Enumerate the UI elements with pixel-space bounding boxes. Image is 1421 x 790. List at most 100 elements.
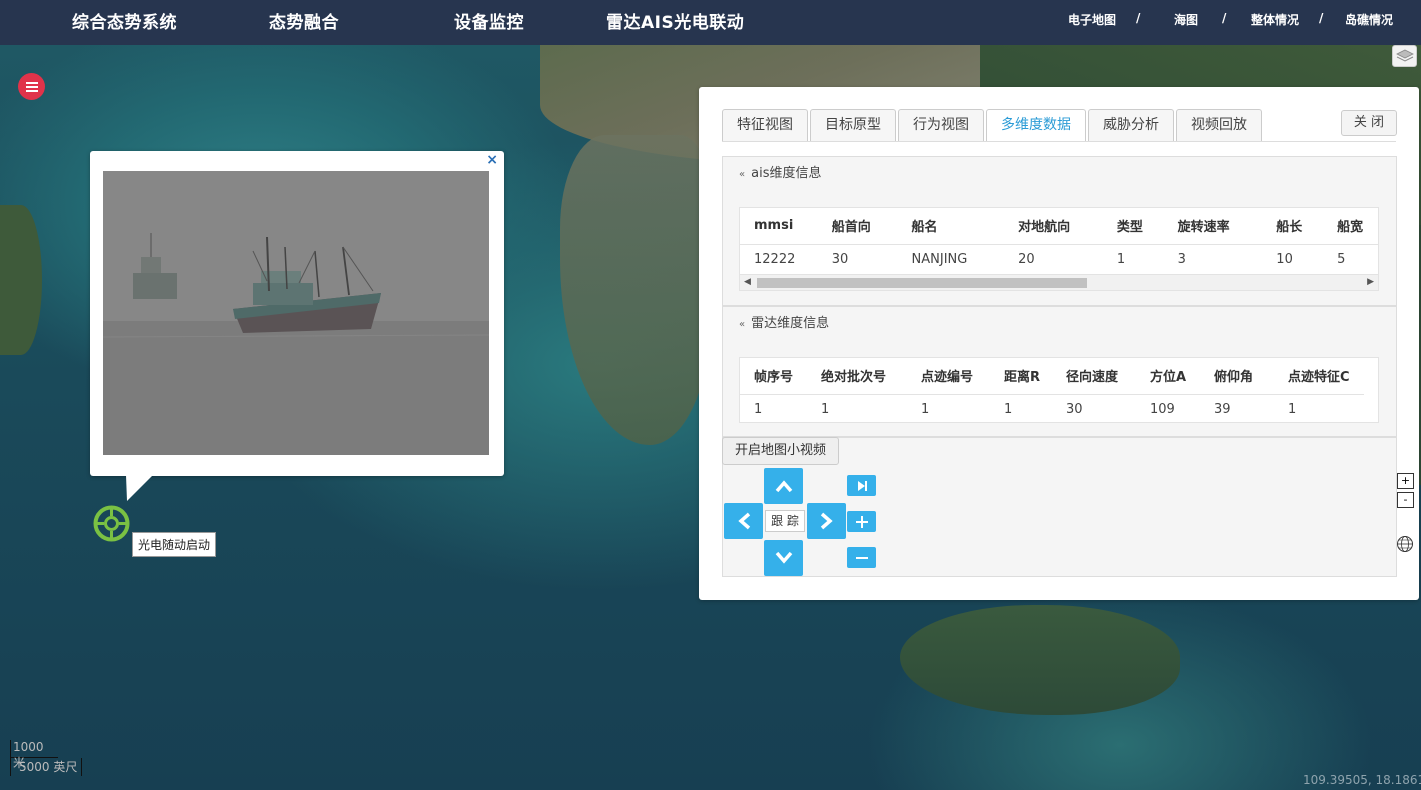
hamburger-line: [25, 89, 38, 92]
popup-pointer: [126, 475, 153, 501]
globe-icon: [1397, 536, 1413, 552]
table-cell: 39: [1214, 401, 1231, 417]
map-land: [900, 605, 1180, 715]
nav-item-radar-ais-linkage[interactable]: 雷达AIS光电联动: [606, 8, 744, 33]
camera-video-feed: [103, 171, 489, 455]
column-header: 方位A: [1136, 358, 1200, 395]
collapse-chevron-icon: «: [739, 169, 746, 180]
column-header: 俯仰角: [1200, 358, 1274, 395]
tab-behavior-view[interactable]: 行为视图: [898, 109, 984, 141]
hamburger-line: [25, 85, 38, 88]
map-zoom-in-button[interactable]: +: [1397, 473, 1414, 489]
column-header: 绝对批次号: [807, 358, 907, 395]
menu-toggle-button[interactable]: [18, 73, 45, 100]
globe-button[interactable]: [1396, 535, 1414, 553]
column-header: 船宽: [1323, 208, 1378, 245]
tab-feature-view[interactable]: 特征视图: [722, 109, 808, 141]
column-header: 帧序号: [740, 358, 807, 395]
layers-icon: [1395, 49, 1414, 62]
nav-item-situation-fusion[interactable]: 态势融合: [269, 8, 339, 33]
pan-down-button[interactable]: [764, 540, 803, 576]
minus-icon: [855, 556, 868, 559]
crosshair-icon: [93, 505, 130, 542]
pan-right-button[interactable]: [807, 503, 846, 539]
scale-bar-imperial: 5000 英尺: [10, 758, 82, 776]
chevron-up-icon: [775, 480, 792, 493]
column-header: 点迹特征C: [1274, 358, 1364, 395]
radar-section-header[interactable]: « 雷达维度信息: [723, 307, 1396, 341]
chevron-down-icon: [775, 551, 792, 564]
column-header: 船长: [1262, 208, 1324, 245]
column-header: 距离R: [990, 358, 1052, 395]
video-frame-image: [103, 171, 489, 455]
table-cell: 1: [821, 401, 830, 417]
column-header: 径向速度: [1052, 358, 1136, 395]
table-cell: 3: [1177, 251, 1186, 267]
nav-separator: /: [1136, 11, 1141, 25]
play-next-button[interactable]: [847, 475, 876, 496]
table-cell: 109: [1150, 401, 1175, 417]
tab-threat-analysis[interactable]: 威胁分析: [1088, 109, 1174, 141]
column-header: 船名: [897, 208, 1005, 245]
panel-close-button[interactable]: 关 闭: [1341, 110, 1397, 136]
scroll-right-arrow-icon[interactable]: ▶: [1367, 277, 1374, 287]
video-popup: ×: [90, 151, 504, 501]
nav-electronic-map[interactable]: 电子地图: [1068, 11, 1116, 28]
map-land: [560, 135, 710, 445]
nav-island-situation[interactable]: 岛礁情况: [1345, 11, 1393, 28]
tab-video-playback[interactable]: 视频回放: [1176, 109, 1262, 141]
column-header: 类型: [1102, 208, 1164, 245]
chevron-left-icon: [737, 512, 750, 530]
open-map-video-button[interactable]: 开启地图小视频: [722, 437, 840, 465]
horizontal-scrollbar[interactable]: ◀ ▶: [740, 274, 1378, 290]
track-button[interactable]: 跟 踪: [765, 510, 805, 532]
nav-separator: /: [1319, 11, 1324, 25]
table-cell: 5: [1337, 251, 1346, 267]
table-header-row: mmsi 船首向 船名 对地航向 类型 旋转速率 船长 船宽: [740, 208, 1378, 245]
panel-tabs: 特征视图 目标原型 行为视图 多维度数据 威胁分析 视频回放: [722, 109, 1264, 141]
table-cell: 1: [1116, 251, 1126, 267]
nav-item-situation-system[interactable]: 综合态势系统: [72, 8, 177, 33]
camera-zoom-out-button[interactable]: [847, 547, 876, 568]
nav-sea-chart[interactable]: 海图: [1174, 11, 1198, 28]
table-row[interactable]: 12222 30 NANJING 20 1 3 10 5: [740, 244, 1378, 274]
ais-section: « ais维度信息 mmsi 船首向 船名 对地航向 类型 旋转速率 船长 船宽: [722, 156, 1397, 306]
marker-label: 光电随动启动: [132, 532, 217, 557]
nav-overall-situation[interactable]: 整体情况: [1251, 11, 1299, 28]
table-cell: 1: [921, 401, 930, 417]
skip-forward-icon: [857, 480, 867, 491]
scrollbar-thumb[interactable]: [757, 278, 1087, 288]
table-header-row: 帧序号 绝对批次号 点迹编号 距离R 径向速度 方位A 俯仰角 点迹特征C: [740, 358, 1364, 395]
map-zoom-out-button[interactable]: -: [1397, 492, 1414, 508]
popup-close-button[interactable]: ×: [486, 152, 498, 168]
tab-target-prototype[interactable]: 目标原型: [810, 109, 896, 141]
table-cell: 1: [754, 401, 763, 417]
electro-optical-target-marker[interactable]: [93, 505, 130, 542]
scroll-left-arrow-icon[interactable]: ◀: [744, 277, 751, 287]
ais-section-header[interactable]: « ais维度信息: [723, 157, 1396, 191]
table-cell: 1: [1288, 401, 1297, 417]
pan-up-button[interactable]: [764, 468, 803, 504]
map-land: [0, 205, 42, 355]
table-cell: 30: [1066, 401, 1083, 417]
pan-left-button[interactable]: [724, 503, 763, 539]
camera-zoom-in-button[interactable]: [847, 511, 876, 532]
tab-multi-dimension-data[interactable]: 多维度数据: [986, 109, 1086, 141]
column-header: 点迹编号: [907, 358, 990, 395]
hamburger-line: [25, 81, 38, 84]
column-header: 对地航向: [1004, 208, 1103, 245]
ais-table-container: mmsi 船首向 船名 对地航向 类型 旋转速率 船长 船宽 12222 30: [739, 207, 1379, 291]
table-cell: 1: [1004, 401, 1013, 417]
column-header: 旋转速率: [1163, 208, 1263, 245]
plus-icon: [855, 515, 868, 528]
table-cell: 10: [1276, 251, 1293, 267]
table-cell: 30: [831, 251, 849, 267]
table-row[interactable]: 1 1 1 1 30 109 39 1: [740, 394, 1364, 422]
radar-section: « 雷达维度信息 帧序号 绝对批次号 点迹编号 距离R 径向速度 方位A 俯仰角 …: [722, 306, 1397, 437]
ais-table: mmsi 船首向 船名 对地航向 类型 旋转速率 船长 船宽 12222 30: [740, 208, 1378, 274]
table-cell: 20: [1018, 251, 1035, 267]
column-header: mmsi: [740, 208, 818, 245]
nav-separator: /: [1222, 11, 1227, 25]
nav-item-device-monitor[interactable]: 设备监控: [454, 8, 524, 33]
layers-button[interactable]: [1392, 45, 1417, 67]
